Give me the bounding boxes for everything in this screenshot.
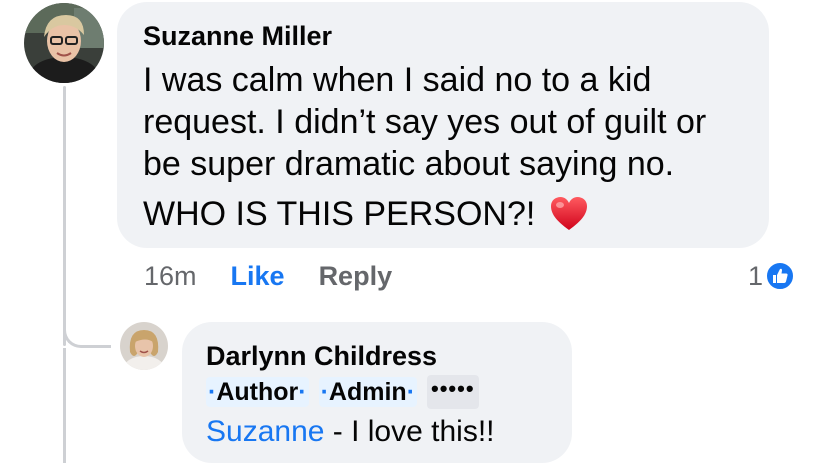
reply-bubble: Darlynn Childress ·Author· ·Admin· •••••… [182,322,572,463]
red-heart-icon [549,195,589,233]
comment-line: WHO IS THIS PERSON?! [143,195,536,233]
like-button[interactable]: Like [231,261,285,292]
comment-bubble: Suzanne Miller I was calm when I said no… [117,2,769,248]
badge-label: Author [216,378,299,406]
comment-line: request. I didn’t say yes out of guilt o… [143,103,707,141]
reply-text: - I love this!! [324,415,495,448]
reply-connector-line [63,290,111,348]
author-badges: ·Author· ·Admin· ••••• [206,375,548,409]
thumbs-up-icon [765,261,796,291]
reaction-summary[interactable]: 1 [748,258,796,294]
comment-line: I was calm when I said no to a kid [143,61,652,99]
comment-body-second-paragraph: WHO IS THIS PERSON?! [143,193,743,235]
author-badge[interactable]: ·Author· [206,377,309,407]
badge-label: Admin [328,378,407,406]
comment-body: I was calm when I said no to a kid reque… [143,59,743,185]
comment-actions: 16m Like Reply [144,258,392,294]
admin-badge[interactable]: ·Admin· [318,377,418,407]
comment-author-name[interactable]: Suzanne Miller [143,20,743,52]
avatar[interactable] [120,322,168,370]
reply-button[interactable]: Reply [319,261,393,292]
reply-body: Suzanne - I love this!! [206,412,548,452]
reply-author-name[interactable]: Darlynn Childress [206,340,548,372]
comment-timestamp[interactable]: 16m [144,261,197,292]
reaction-count: 1 [748,260,764,291]
avatar[interactable] [24,3,104,83]
mention-link[interactable]: Suzanne [206,415,324,448]
thread-line-continued [63,348,66,463]
comment-line: be super dramatic about saying no. [143,145,675,183]
more-badges-button[interactable]: ••••• [427,375,479,409]
